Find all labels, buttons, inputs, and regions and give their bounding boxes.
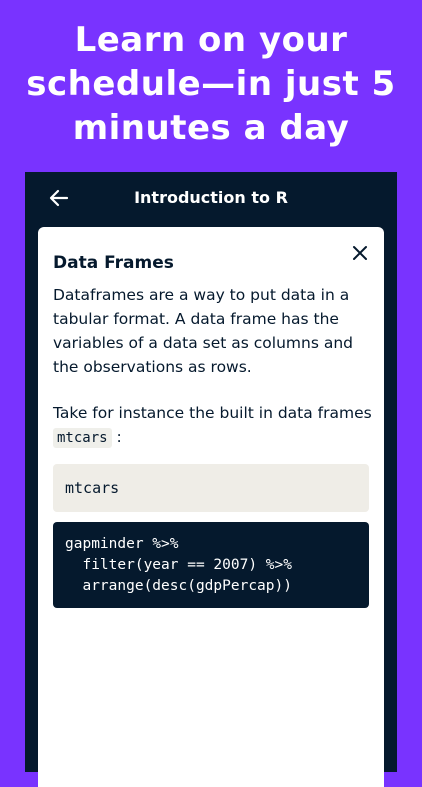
- example-text: Take for instance the built in data fram…: [53, 404, 372, 422]
- code-line: gapminder %>%: [65, 536, 179, 552]
- promo-headline: Learn on your schedule—in just 5 minutes…: [0, 18, 422, 150]
- code-line: filter(year == 2007) %>%: [65, 557, 292, 573]
- code-block-example: gapminder %>% filter(year == 2007) %>% a…: [53, 522, 369, 608]
- close-icon[interactable]: [350, 243, 370, 263]
- lesson-paragraph: Dataframes are a way to put data in a ta…: [53, 286, 354, 376]
- example-suffix: :: [111, 428, 122, 446]
- headline-line-2: schedule—in just 5: [26, 64, 396, 104]
- code-block-output: mtcars: [53, 464, 369, 512]
- code-line: arrange(desc(gdpPercap)): [65, 578, 292, 594]
- app-bar: Introduction to R: [25, 172, 397, 224]
- headline-line-3: minutes a day: [72, 108, 350, 148]
- screen-title: Introduction to R: [134, 188, 288, 207]
- lesson-card: Data Frames Dataframes are a way to put …: [38, 227, 384, 787]
- headline-line-1: Learn on your: [74, 20, 348, 60]
- phone-screen: Introduction to R Data Frames Dataframes…: [25, 172, 397, 787]
- inline-code: mtcars: [53, 428, 112, 448]
- lesson-paragraph-example: Take for instance the built in data fram…: [53, 401, 373, 450]
- lesson-title: Data Frames: [53, 253, 174, 273]
